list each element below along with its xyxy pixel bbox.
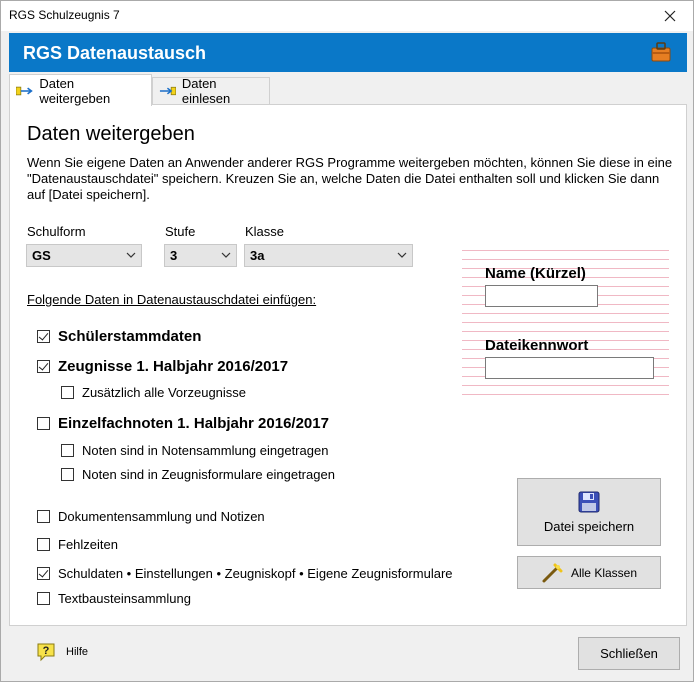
checkbox-box[interactable] — [37, 538, 50, 551]
help-label: Hilfe — [66, 646, 89, 658]
page-title: Daten weitergeben — [27, 123, 195, 145]
window-close-button[interactable] — [647, 1, 693, 31]
schulform-select[interactable]: GS — [26, 244, 142, 267]
checkbox-box[interactable] — [37, 510, 50, 523]
tab-label: Daten einlesen — [181, 76, 231, 106]
checkbox-fehlzeiten[interactable]: Fehlzeiten — [37, 537, 118, 552]
all-classes-button[interactable]: Alle Klassen — [517, 556, 661, 589]
floppy-disk-icon — [578, 491, 600, 512]
checkbox-label: Dokumentensammlung und Notizen — [58, 509, 265, 524]
checkbox-box[interactable] — [37, 592, 50, 605]
checkbox-box[interactable] — [37, 330, 50, 343]
stufe-value: 3 — [170, 248, 178, 263]
checkbox-notensammlung[interactable]: Noten sind in Notensammlung eingetragen — [61, 443, 328, 458]
window-title: RGS Schulzeugnis 7 — [9, 8, 120, 22]
name-input[interactable] — [485, 285, 598, 307]
save-button-label: Datei speichern — [543, 518, 635, 534]
magic-wand-icon — [542, 563, 563, 582]
checkbox-schuldaten[interactable]: Schuldaten • Einstellungen • Zeugniskopf… — [37, 566, 453, 581]
header-title: RGS Datenaustausch — [23, 43, 207, 63]
checkbox-zeugnisformulare[interactable]: Noten sind in Zeugnisformulare eingetrag… — [61, 467, 335, 482]
help-link[interactable]: ? Hilfe — [36, 642, 88, 662]
import-arrow-icon — [159, 86, 176, 96]
tab-daten-einlesen[interactable]: Daten einlesen — [152, 76, 270, 106]
save-file-button[interactable]: Datei speichern — [517, 478, 661, 546]
checkbox-box[interactable] — [61, 468, 74, 481]
stufe-label: Stufe — [165, 224, 196, 239]
stufe-select[interactable]: 3 — [164, 244, 237, 267]
checkbox-label: Schuldaten • Einstellungen • Zeugniskopf… — [58, 566, 453, 581]
klasse-select[interactable]: 3a — [244, 244, 413, 267]
tab-daten-weitergeben[interactable]: Daten weitergeben — [9, 74, 152, 106]
checkbox-box[interactable] — [37, 360, 50, 373]
briefcase-icon — [651, 42, 671, 62]
checkbox-schuelerstammdaten[interactable]: Schülerstammdaten — [37, 328, 201, 345]
klasse-value: 3a — [250, 248, 265, 263]
checkbox-box[interactable] — [61, 444, 74, 457]
svg-text:?: ? — [43, 645, 50, 657]
export-arrow-icon — [16, 86, 33, 95]
checkbox-label: Einzelfachnoten 1. Halbjahr 2016/2017 — [58, 415, 329, 432]
app-window: RGS Schulzeugnis 7 RGS Datenaustausch Da… — [0, 0, 694, 682]
title-bar: RGS Schulzeugnis 7 — [1, 1, 693, 31]
checkbox-zeugnisse[interactable]: Zeugnisse 1. Halbjahr 2016/2017 — [37, 358, 288, 375]
app-header: RGS Datenaustausch — [9, 33, 687, 72]
chevron-down-icon — [126, 252, 136, 258]
all-classes-label: Alle Klassen — [570, 565, 638, 580]
tab-label: Daten weitergeben — [39, 75, 111, 106]
checkbox-label: Zeugnisse 1. Halbjahr 2016/2017 — [58, 358, 289, 375]
close-button[interactable]: Schließen — [578, 637, 680, 670]
password-input[interactable] — [485, 357, 654, 379]
close-icon — [664, 10, 676, 22]
credentials-panel: Name (Kürzel) Dateikennwort — [462, 242, 669, 402]
checkbox-box[interactable] — [37, 567, 50, 580]
section-label: Folgende Daten in Datenaustauschdatei ei… — [27, 292, 317, 307]
checkbox-vorzeugnisse[interactable]: Zusätzlich alle Vorzeugnisse — [61, 385, 246, 400]
checkbox-einzelfachnoten[interactable]: Einzelfachnoten 1. Halbjahr 2016/2017 — [37, 415, 329, 432]
schulform-label: Schulform — [27, 224, 86, 239]
checkbox-label: Fehlzeiten — [58, 537, 118, 552]
checkbox-label: Textbausteinsammlung — [58, 591, 191, 606]
checkbox-box[interactable] — [61, 386, 74, 399]
close-button-label: Schließen — [600, 646, 658, 661]
main-panel: Daten weitergeben Wenn Sie eigene Daten … — [9, 104, 687, 626]
page-description: Wenn Sie eigene Daten an Anwender andere… — [27, 155, 673, 202]
help-icon: ? — [37, 643, 55, 662]
checkbox-label: Noten sind in Zeugnisformulare eingetrag… — [82, 467, 335, 482]
schulform-value: GS — [32, 248, 51, 263]
chevron-down-icon — [397, 252, 407, 258]
chevron-down-icon — [221, 252, 231, 258]
checkbox-dokumentensammlung[interactable]: Dokumentensammlung und Notizen — [37, 509, 265, 524]
checkbox-label: Noten sind in Notensammlung eingetragen — [82, 443, 329, 458]
checkbox-label: Zusätzlich alle Vorzeugnisse — [82, 385, 247, 400]
name-label: Name (Kürzel) — [485, 265, 586, 282]
checkbox-textbausteinsammlung[interactable]: Textbausteinsammlung — [37, 591, 191, 606]
checkbox-label: Schülerstammdaten — [58, 328, 202, 345]
klasse-label: Klasse — [245, 224, 285, 239]
password-label: Dateikennwort — [485, 337, 589, 354]
checkbox-box[interactable] — [37, 417, 50, 430]
